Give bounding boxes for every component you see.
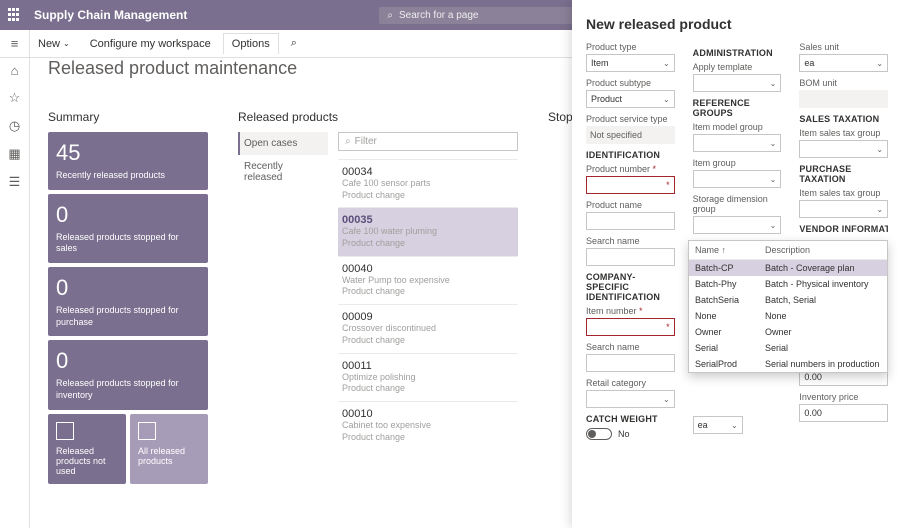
- chevron-down-icon: ⌄: [663, 59, 670, 68]
- filter-input[interactable]: ⌕Filter: [338, 132, 518, 151]
- menu-icon[interactable]: ≡: [11, 36, 19, 51]
- dropdown-option[interactable]: SerialSerial: [689, 340, 887, 356]
- sales-tax-select[interactable]: ⌄: [799, 140, 888, 158]
- item-group-select[interactable]: ⌄: [693, 170, 782, 188]
- chevron-down-icon: ⌄: [663, 395, 670, 404]
- chevron-down-icon: ⌄: [770, 79, 777, 88]
- released-tabs: Open cases Recently released: [238, 132, 328, 449]
- chevron-down-icon: ⌄: [663, 95, 670, 104]
- bom-unit-field: [799, 90, 888, 108]
- list-icon[interactable]: ☰: [9, 174, 21, 190]
- search-input[interactable]: ⌕ Search for a page: [379, 7, 579, 24]
- service-type-field: Not specified: [586, 126, 675, 144]
- tab-open-cases[interactable]: Open cases: [238, 132, 328, 155]
- configure-workspace-button[interactable]: Configure my workspace: [82, 34, 219, 54]
- item-number-input[interactable]: *: [586, 318, 675, 336]
- apply-template-select[interactable]: ⌄: [693, 74, 782, 92]
- list-item[interactable]: 00035Cafe 100 water plumingProduct chang…: [338, 207, 518, 255]
- released-products-column: Released products Open cases Recently re…: [238, 110, 518, 516]
- list-item[interactable]: 00034Cafe 100 sensor partsProduct change: [338, 159, 518, 207]
- product-name-input[interactable]: [586, 212, 675, 230]
- inventory-price-input[interactable]: 0.00: [799, 404, 888, 422]
- released-list: ⌕Filter 00034Cafe 100 sensor partsProduc…: [338, 132, 518, 449]
- catch-weight-toggle[interactable]: No: [586, 428, 675, 440]
- chevron-down-icon: ⌄: [731, 421, 738, 430]
- list-item[interactable]: 00010Cabinet too expensiveProduct change: [338, 401, 518, 449]
- chevron-down-icon: ⌄: [63, 39, 70, 48]
- panel-col-left: Product typeItem⌄ Product subtypeProduct…: [586, 42, 675, 440]
- tracking-dim-dropdown: Name ↑ Description Batch-CPBatch - Cover…: [688, 240, 888, 373]
- product-type-select[interactable]: Item⌄: [586, 54, 675, 72]
- tile-stopped-sales[interactable]: 0 Released products stopped for sales: [48, 194, 208, 263]
- tile-all-released[interactable]: All released products: [130, 414, 208, 484]
- released-heading: Released products: [238, 110, 518, 124]
- new-released-product-panel: New released product Product typeItem⌄ P…: [572, 0, 902, 528]
- chevron-down-icon: ⌄: [876, 145, 883, 154]
- chevron-down-icon: ⌄: [770, 221, 777, 230]
- item-model-group-select[interactable]: ⌄: [693, 134, 782, 152]
- tile-not-used[interactable]: Released products not used: [48, 414, 126, 484]
- dropdown-option[interactable]: SerialProdSerial numbers in production: [689, 356, 887, 372]
- tile-recently-released[interactable]: 45 Recently released products: [48, 132, 208, 190]
- chevron-down-icon: ⌄: [770, 175, 777, 184]
- tile-stopped-purchase[interactable]: 0 Released products stopped for purchase: [48, 267, 208, 336]
- purchase-tax-select[interactable]: ⌄: [799, 200, 888, 218]
- dropdown-option[interactable]: BatchSeriaBatch, Serial: [689, 292, 887, 308]
- list-item[interactable]: 00040Water Pump too expensiveProduct cha…: [338, 256, 518, 304]
- dropdown-option[interactable]: OwnerOwner: [689, 324, 887, 340]
- page-title: Released product maintenance: [48, 58, 297, 79]
- summary-column: Summary 45 Recently released products 0 …: [48, 110, 208, 516]
- dropdown-header: Name ↑ Description: [689, 241, 887, 260]
- recent-icon[interactable]: ◷: [9, 118, 20, 134]
- product-number-input[interactable]: *: [586, 176, 675, 194]
- tile-stopped-inventory[interactable]: 0 Released products stopped for inventor…: [48, 340, 208, 409]
- search-name-input[interactable]: [586, 248, 675, 266]
- cube-icon: [56, 422, 74, 440]
- retail-category-select[interactable]: ⌄: [586, 390, 675, 408]
- summary-heading: Summary: [48, 110, 208, 124]
- left-rail: ≡ ⌂ ☆ ◷ ▦ ☰: [0, 30, 30, 528]
- star-icon[interactable]: ☆: [9, 90, 21, 106]
- new-button[interactable]: New⌄: [30, 34, 78, 54]
- search-icon: ⌕: [387, 10, 393, 21]
- ea-select[interactable]: ea⌄: [693, 416, 743, 434]
- product-subtype-select[interactable]: Product⌄: [586, 90, 675, 108]
- list-item[interactable]: 00011Optimize polishingProduct change: [338, 353, 518, 401]
- sort-arrow-icon[interactable]: ↑: [722, 245, 727, 255]
- app-title: Supply Chain Management: [34, 8, 187, 22]
- dropdown-option[interactable]: Batch-CPBatch - Coverage plan: [689, 260, 887, 276]
- options-button[interactable]: Options: [223, 33, 279, 54]
- storage-dim-select[interactable]: ⌄: [693, 216, 782, 234]
- module-icon[interactable]: ▦: [8, 146, 20, 162]
- chevron-down-icon: ⌄: [876, 205, 883, 214]
- filter-icon: ⌕: [345, 136, 351, 147]
- home-icon[interactable]: ⌂: [11, 63, 19, 78]
- tab-recently-released[interactable]: Recently released: [238, 155, 328, 189]
- list-item[interactable]: 00009Crossover discontinuedProduct chang…: [338, 304, 518, 352]
- search-name-2-input[interactable]: [586, 354, 675, 372]
- chevron-down-icon: ⌄: [770, 139, 777, 148]
- panel-title: New released product: [586, 16, 888, 32]
- cube-icon: [138, 422, 156, 440]
- dropdown-option[interactable]: NoneNone: [689, 308, 887, 324]
- app-launcher-icon[interactable]: [8, 8, 22, 22]
- chevron-down-icon: ⌄: [876, 59, 883, 68]
- toolbar-search-icon[interactable]: ⌕: [283, 33, 305, 54]
- sales-unit-select[interactable]: ea⌄: [799, 54, 888, 72]
- dropdown-option[interactable]: Batch-PhyBatch - Physical inventory: [689, 276, 887, 292]
